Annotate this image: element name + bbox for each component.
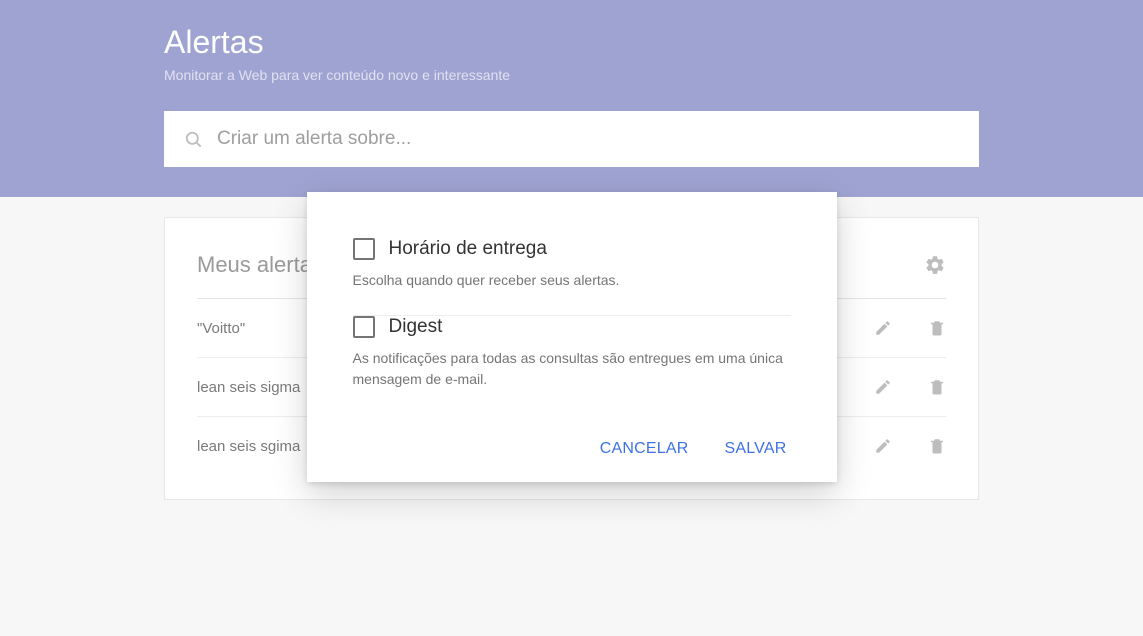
pencil-icon[interactable] — [874, 378, 892, 396]
alert-label: "Voitto" — [197, 320, 245, 337]
page-subtitle: Monitorar a Web para ver conteúdo novo e… — [164, 67, 979, 83]
pencil-icon[interactable] — [874, 319, 892, 337]
checkbox-digest[interactable] — [353, 316, 375, 338]
alerts-heading: Meus alertas — [197, 252, 323, 278]
search-icon — [184, 130, 203, 149]
option-desc: Escolha quando quer receber seus alertas… — [353, 270, 791, 291]
option-digest: Digest As notificações para todas as con… — [353, 316, 791, 414]
cancel-button[interactable]: CANCELAR — [600, 440, 689, 458]
trash-icon[interactable] — [928, 319, 946, 337]
trash-icon[interactable] — [928, 437, 946, 455]
gear-icon[interactable] — [924, 254, 946, 276]
settings-dialog: Horário de entrega Escolha quando quer r… — [307, 192, 837, 482]
save-button[interactable]: SALVAR — [725, 440, 787, 458]
alert-label: lean seis sigma — [197, 379, 300, 396]
option-label: Digest — [389, 316, 443, 338]
pencil-icon[interactable] — [874, 437, 892, 455]
checkbox-delivery-time[interactable] — [353, 238, 375, 260]
page-title: Alertas — [164, 24, 979, 61]
option-label: Horário de entrega — [389, 238, 547, 260]
option-desc: As notificações para todas as consultas … — [353, 348, 791, 390]
alert-label: lean seis sgima — [197, 438, 300, 455]
page-header: Alertas Monitorar a Web para ver conteúd… — [0, 0, 1143, 197]
option-delivery-time: Horário de entrega Escolha quando quer r… — [353, 238, 791, 315]
search-input[interactable] — [217, 128, 959, 150]
search-box[interactable] — [164, 111, 979, 167]
trash-icon[interactable] — [928, 378, 946, 396]
